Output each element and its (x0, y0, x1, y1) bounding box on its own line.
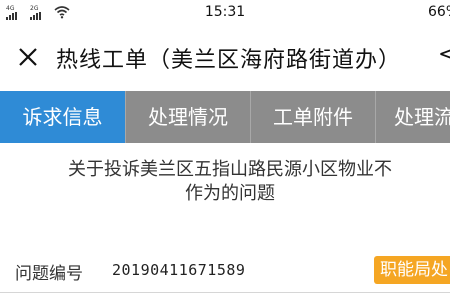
page-title: 热线工单（美兰区海府路街道办） (56, 48, 402, 73)
close-icon[interactable] (14, 43, 42, 71)
tab-bar: 诉求信息 处理情况 工单附件 处理流 (0, 91, 450, 143)
status-time: 15:31 (204, 4, 246, 20)
tab-request-info[interactable]: 诉求信息 (0, 91, 126, 143)
issue-number-value: 20190411671589 (112, 261, 246, 279)
nav-bar: 热线工单（美兰区海府路街道办） < (0, 30, 450, 84)
issue-number-label: 问题编号 (15, 264, 83, 284)
department-badge[interactable]: 职能局处 (374, 256, 450, 284)
issue-subject-line2: 作为的问题 (185, 183, 275, 204)
battery-level: 66% (428, 4, 450, 20)
tab-attachments[interactable]: 工单附件 (251, 91, 376, 143)
status-bar: 4G 2G 15:31 66% (0, 0, 450, 26)
issue-number-row: 问题编号 20190411671589 职能局处 (0, 253, 450, 287)
tab-process-flow[interactable]: 处理流 (376, 91, 450, 143)
nav-more-button[interactable]: < (438, 42, 450, 70)
tab-handling-status[interactable]: 处理情况 (126, 91, 251, 143)
issue-subject-line1: 关于投诉美兰区五指山路民源小区物业不 (68, 159, 392, 180)
app-screen: 4G 2G 15:31 66% 热线工单（美兰区海府路街道办） < 诉求信 (0, 0, 450, 300)
issue-subject: 关于投诉美兰区五指山路民源小区物业不 作为的问题 (60, 158, 400, 206)
divider (0, 292, 450, 293)
